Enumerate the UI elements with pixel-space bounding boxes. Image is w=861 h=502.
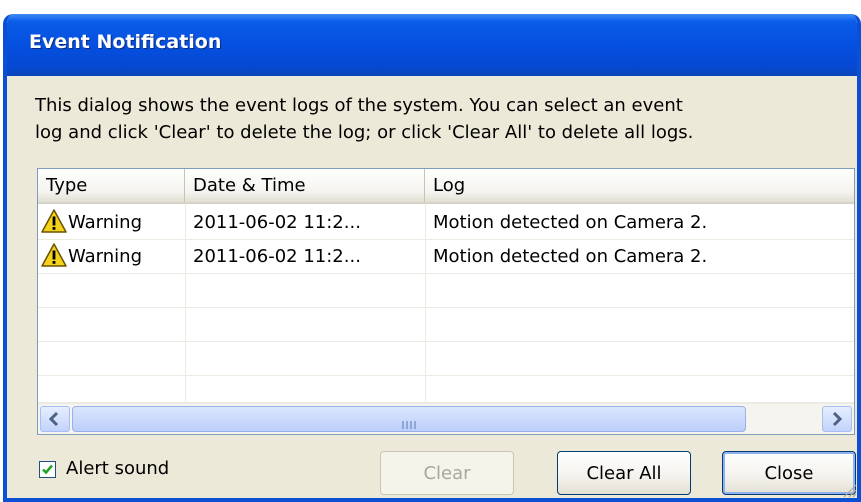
empty-row <box>38 274 854 308</box>
row-type: Warning <box>68 246 143 267</box>
resize-grip-icon[interactable] <box>839 480 857 498</box>
scrollbar-thumb[interactable] <box>72 406 746 432</box>
clear-all-button[interactable]: Clear All <box>557 451 691 495</box>
dialog-description: This dialog shows the event logs of the … <box>35 95 694 143</box>
row-date-time: 2011-06-02 11:2... <box>193 212 361 233</box>
empty-row <box>38 342 854 376</box>
scroll-right-button[interactable] <box>822 406 852 432</box>
table-row[interactable]: Warning 2011-06-02 11:2... Motion detect… <box>38 240 854 274</box>
empty-row <box>38 308 854 342</box>
row-date-time: 2011-06-02 11:2... <box>193 246 361 267</box>
alert-sound-label[interactable]: Alert sound <box>66 457 169 481</box>
window-title: Event Notification <box>29 31 222 53</box>
empty-row <box>38 376 854 403</box>
column-header-log[interactable]: Log <box>425 169 854 202</box>
event-log-list[interactable]: Type Date & Time Log Warning 2011-06-02 … <box>37 168 855 435</box>
checkmark-icon <box>42 464 53 475</box>
row-log: Motion detected on Camera 2. <box>433 246 708 267</box>
row-log: Motion detected on Camera 2. <box>433 212 708 233</box>
horizontal-scrollbar[interactable] <box>38 403 854 434</box>
row-type: Warning <box>68 212 143 233</box>
column-header-type[interactable]: Type <box>38 169 185 202</box>
close-button[interactable]: Close <box>722 451 856 495</box>
scroll-left-button[interactable] <box>40 406 70 432</box>
warning-icon <box>41 209 67 233</box>
grip-icon <box>402 421 416 429</box>
table-row[interactable]: Warning 2011-06-02 11:2... Motion detect… <box>38 206 854 240</box>
list-header: Type Date & Time Log <box>38 169 854 204</box>
clear-button[interactable]: Clear <box>380 451 514 495</box>
scrollbar-grip <box>399 415 421 429</box>
chevron-right-icon <box>832 411 843 427</box>
chevron-left-icon <box>48 411 59 427</box>
title-bar[interactable]: Event Notification <box>7 14 857 76</box>
warning-icon <box>41 243 67 267</box>
alert-sound-checkbox[interactable] <box>39 461 56 478</box>
column-header-date-time[interactable]: Date & Time <box>185 169 425 202</box>
event-notification-dialog: Event Notification This dialog shows the… <box>3 14 861 502</box>
